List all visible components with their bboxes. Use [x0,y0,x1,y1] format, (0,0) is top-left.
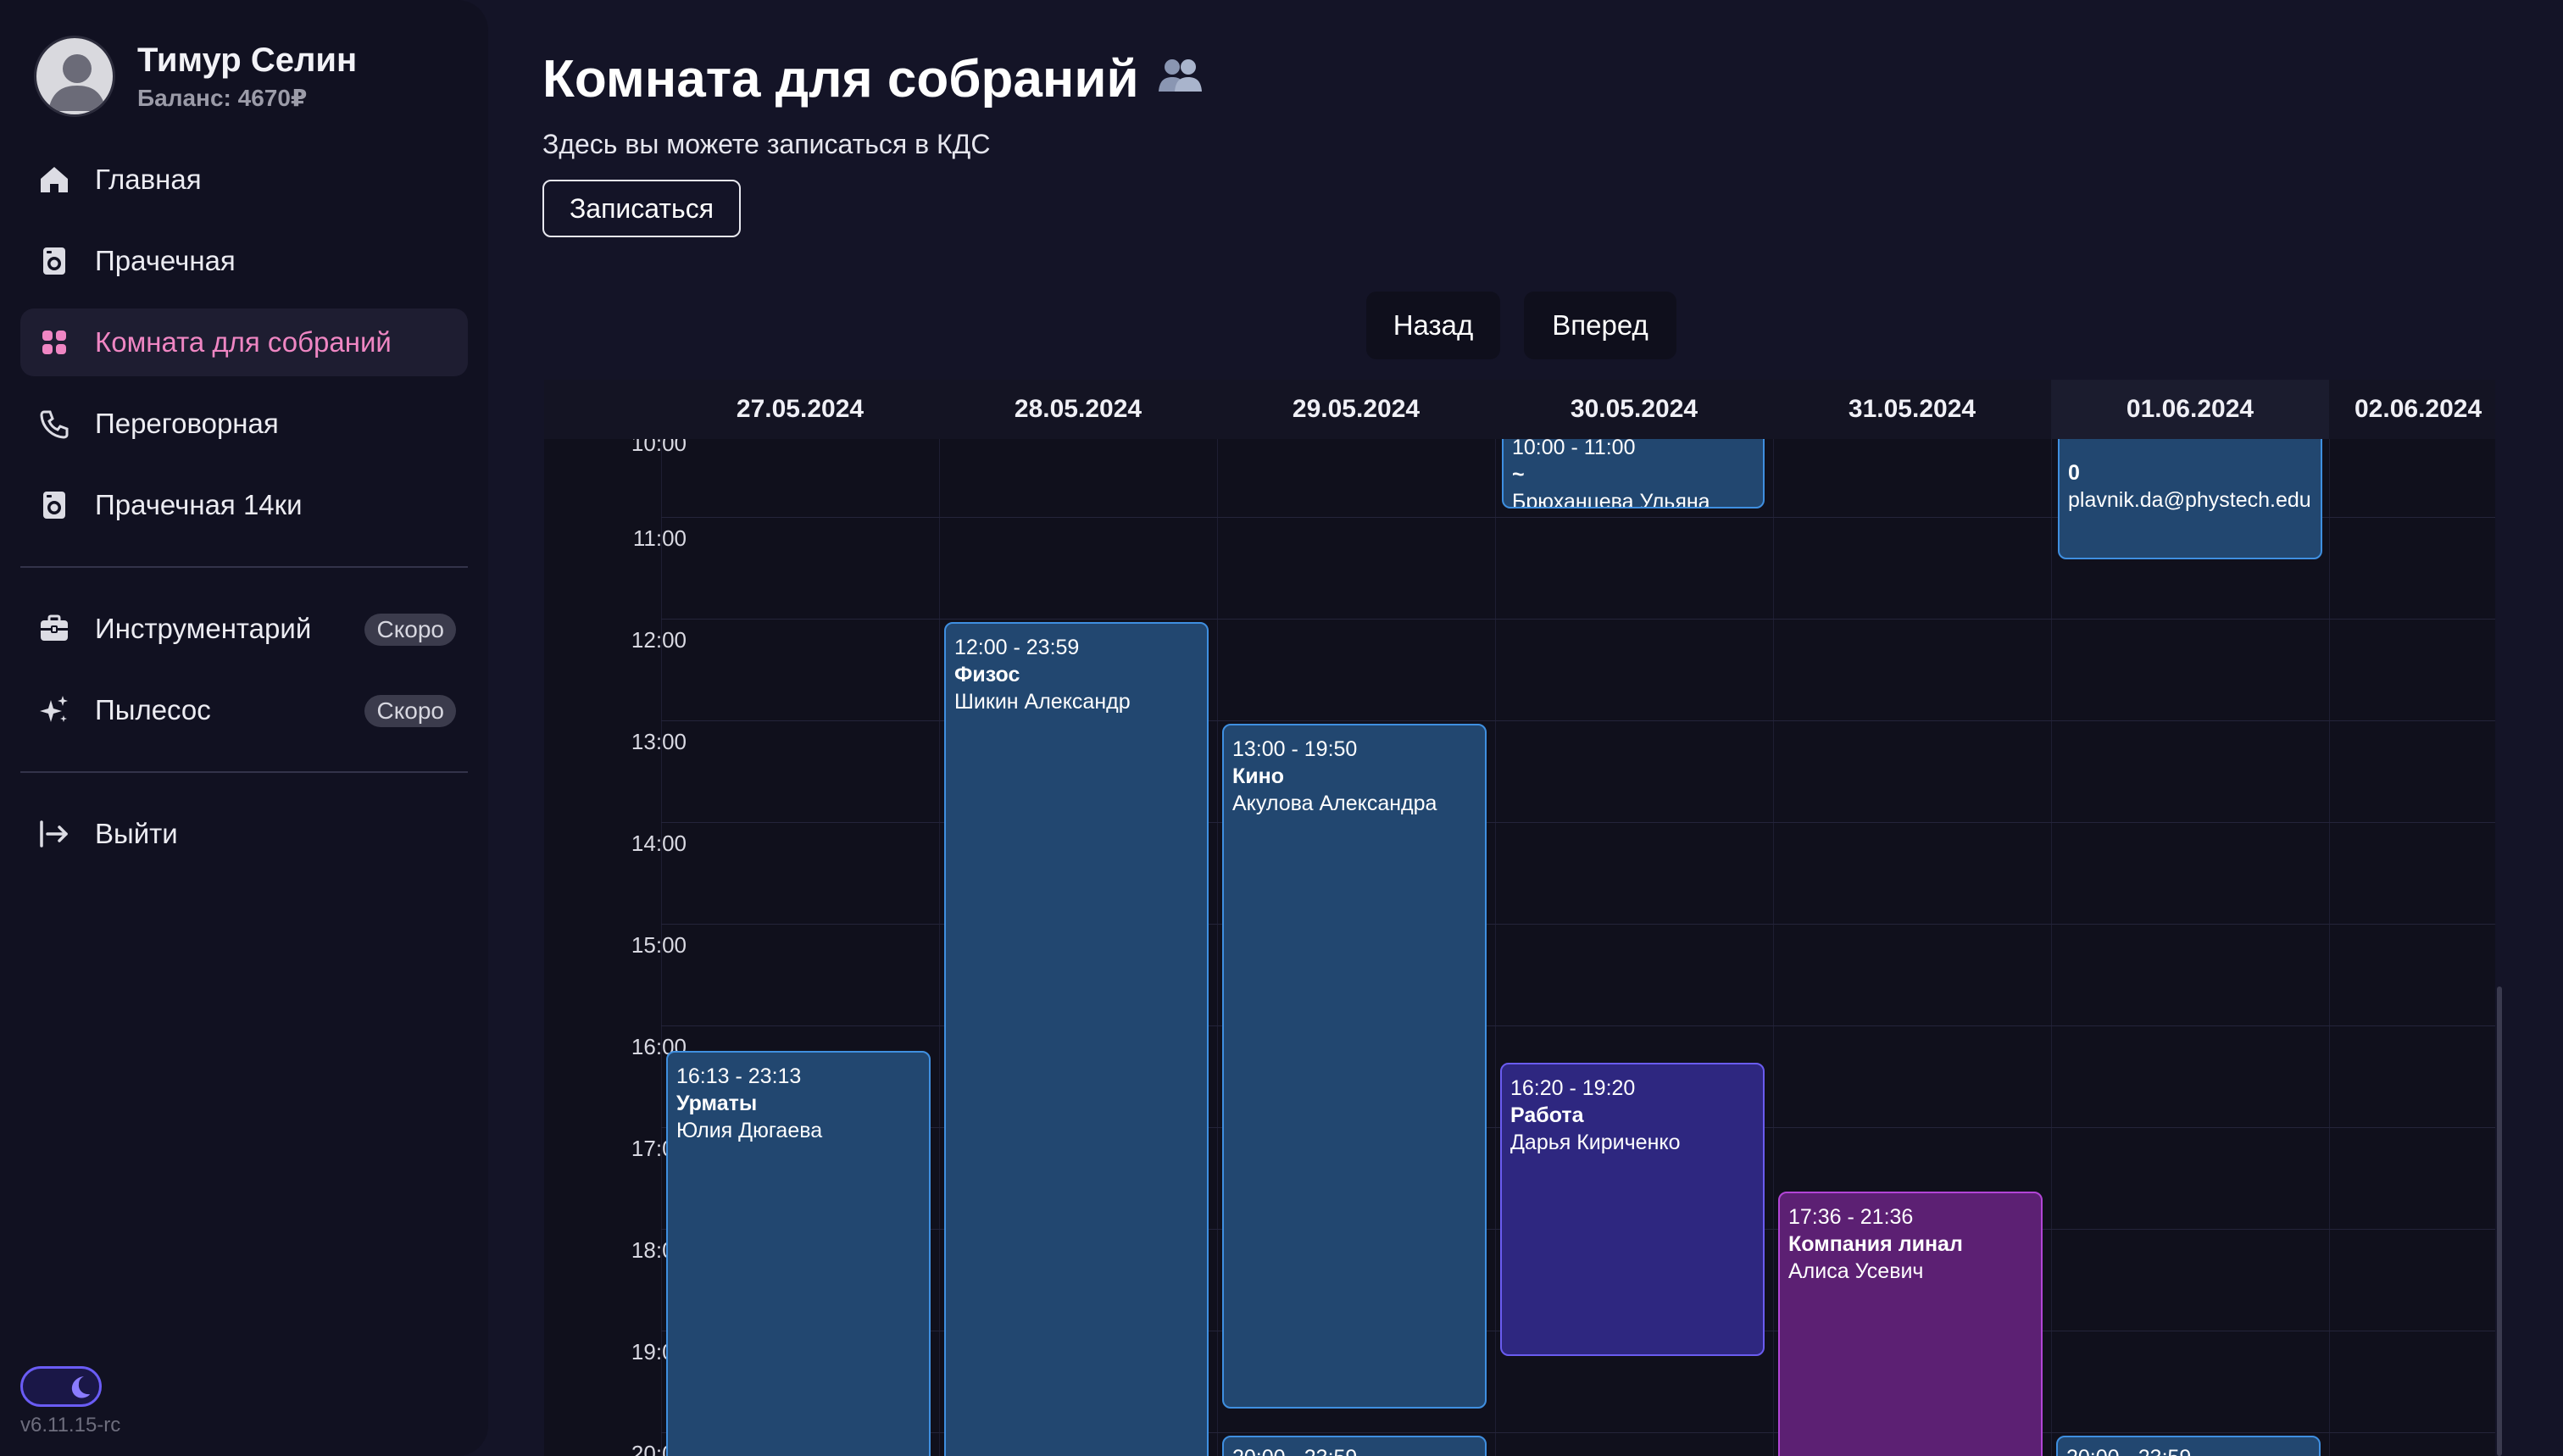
time-label: 15:00 [631,932,687,958]
sidebar-item-label: Главная [95,164,202,195]
event-title: Компания линал [1788,1232,1963,1256]
calendar-event[interactable]: 10:00 - 11:00 ~ Брюханцева Ульяна [1502,414,1765,508]
sidebar-item-laundry-14[interactable]: Прачечная 14ки [20,471,468,539]
event-person: Акулова Александра [1232,792,1437,815]
calendar-event[interactable]: 13:00 - 19:50 Кино Акулова Александра [1222,724,1487,1409]
grid-line [1495,439,1496,1456]
coming-soon-badge: Скоро [364,695,456,727]
grid-line [2051,439,2052,1456]
moon-icon [64,1372,94,1403]
washing-machine-icon [20,227,88,295]
prev-week-button[interactable]: Назад [1366,292,1500,359]
sidebar-item-vacuum[interactable]: Пылесос Скоро [20,676,468,744]
logout-button[interactable]: Выйти [20,800,468,868]
event-time: 12:00 - 23:59 [954,636,1080,659]
calendar-event[interactable]: 20:00 - 23:59 [2056,1436,2321,1456]
event-time: 17:36 - 21:36 [1788,1205,1914,1229]
user-name: Тимур Селин [137,42,358,79]
time-label: 12:00 [631,627,687,653]
event-person: Алиса Усевич [1788,1259,1924,1283]
day-header: 27.05.2024 [736,395,865,423]
logout-label: Выйти [95,818,178,849]
event-title: 0 [2068,461,2080,485]
grid-line [661,1432,2495,1433]
calendar-event[interactable]: 17:36 - 21:36 Компания линал Алиса Усеви… [1778,1192,2043,1456]
time-label: 14:00 [631,831,687,856]
day-header: 31.05.2024 [1848,395,1976,423]
grid-line [1773,439,1774,1456]
sidebar: Тимур Селин Баланс: 4670₽ Главная Прачеч… [0,0,488,1456]
toolbox-icon [20,595,88,663]
event-time: 13:00 - 19:50 [1232,737,1358,761]
sidebar-item-label: Прачечная 14ки [95,489,303,520]
home-icon [20,146,88,214]
calendar-event[interactable]: 12:00 - 23:59 Физос Шикин Александр [944,622,1209,1456]
grid-icon [20,308,88,376]
avatar [34,36,115,117]
logout-icon [20,800,88,868]
grid-line [1217,439,1218,1456]
time-label: 13:00 [631,729,687,754]
event-title: Физос [954,663,1020,686]
calendar-event[interactable]: 16:13 - 23:13 Урматы Юлия Дюгаева [666,1051,931,1456]
event-time: 20:00 - 23:59 [1232,1444,1476,1456]
user-profile[interactable]: Тимур Селин Баланс: 4670₽ [34,36,357,117]
day-header: 02.06.2024 [2355,395,2482,423]
sidebar-item-label: Комната для собраний [95,326,392,358]
event-person: Дарья Кириченко [1510,1131,1681,1154]
sidebar-item-laundry[interactable]: Прачечная [20,227,468,295]
event-title: Работа [1510,1103,1584,1127]
event-title: Урматы [676,1092,758,1115]
coming-soon-badge: Скоро [364,614,456,646]
event-title: ~ [1512,463,1525,486]
event-time: 10:00 - 11:00 [1512,436,1636,459]
sidebar-item-label: Прачечная [95,245,236,276]
event-person: Брюханцева Ульяна [1512,490,1710,508]
sidebar-item-label: Инструментарий [95,613,312,644]
grid-line [661,619,2495,620]
user-balance: Баланс: 4670₽ [137,85,308,111]
app-version: v6.11.15-rc [20,1414,121,1437]
washing-machine-icon [20,471,88,539]
signup-button[interactable]: Записаться [542,180,741,237]
sidebar-item-tools[interactable]: Инструментарий Скоро [20,595,468,663]
divider [20,771,468,773]
grid-line [939,439,940,1456]
event-title: Кино [1232,764,1284,788]
grid-line [661,822,2495,823]
calendar-event[interactable]: 20:00 - 23:59 [1222,1436,1487,1456]
event-time: 16:20 - 19:20 [1510,1076,1636,1100]
grid-line [661,1025,2495,1026]
calendar-scrollbar[interactable] [2497,986,2502,1456]
sidebar-item-label: Пылесос [95,694,211,725]
event-time: 16:13 - 23:13 [676,1064,802,1088]
grid-line [2329,439,2330,1456]
grid-line [661,924,2495,925]
event-person: Шикин Александр [954,690,1131,714]
sidebar-item-label: Переговорная [95,408,279,439]
page-title-text: Комната для собраний [542,50,1139,108]
calendar[interactable]: 27.05.2024 28.05.2024 29.05.2024 30.05.2… [544,380,2495,1456]
time-label: 11:00 [632,525,687,551]
event-time: 20:00 - 23:59 [2066,1444,2310,1456]
people-icon [1154,49,1205,109]
sidebar-item-meeting-room[interactable]: Комната для собраний [20,308,468,376]
phone-icon [20,390,88,458]
sparkles-icon [20,676,88,744]
day-header: 29.05.2024 [1292,395,1420,423]
divider [20,566,468,568]
day-header: 28.05.2024 [1014,395,1143,423]
sidebar-item-home[interactable]: Главная [20,146,468,214]
calendar-event[interactable]: 16:20 - 19:20 Работа Дарья Кириченко [1500,1063,1765,1356]
grid-line [661,720,2495,721]
theme-toggle[interactable] [20,1366,102,1407]
event-person: Юлия Дюгаева [676,1119,823,1142]
sidebar-item-negotiation-room[interactable]: Переговорная [20,390,468,458]
page-title: Комната для собраний [542,49,1205,109]
next-week-button[interactable]: Вперед [1524,292,1676,359]
calendar-event[interactable]: 0 plavnik.da@phystech.edu [2058,414,2322,559]
event-person: plavnik.da@phystech.edu [2068,488,2311,512]
page-subtitle: Здесь вы можете записаться в КДС [542,129,991,159]
